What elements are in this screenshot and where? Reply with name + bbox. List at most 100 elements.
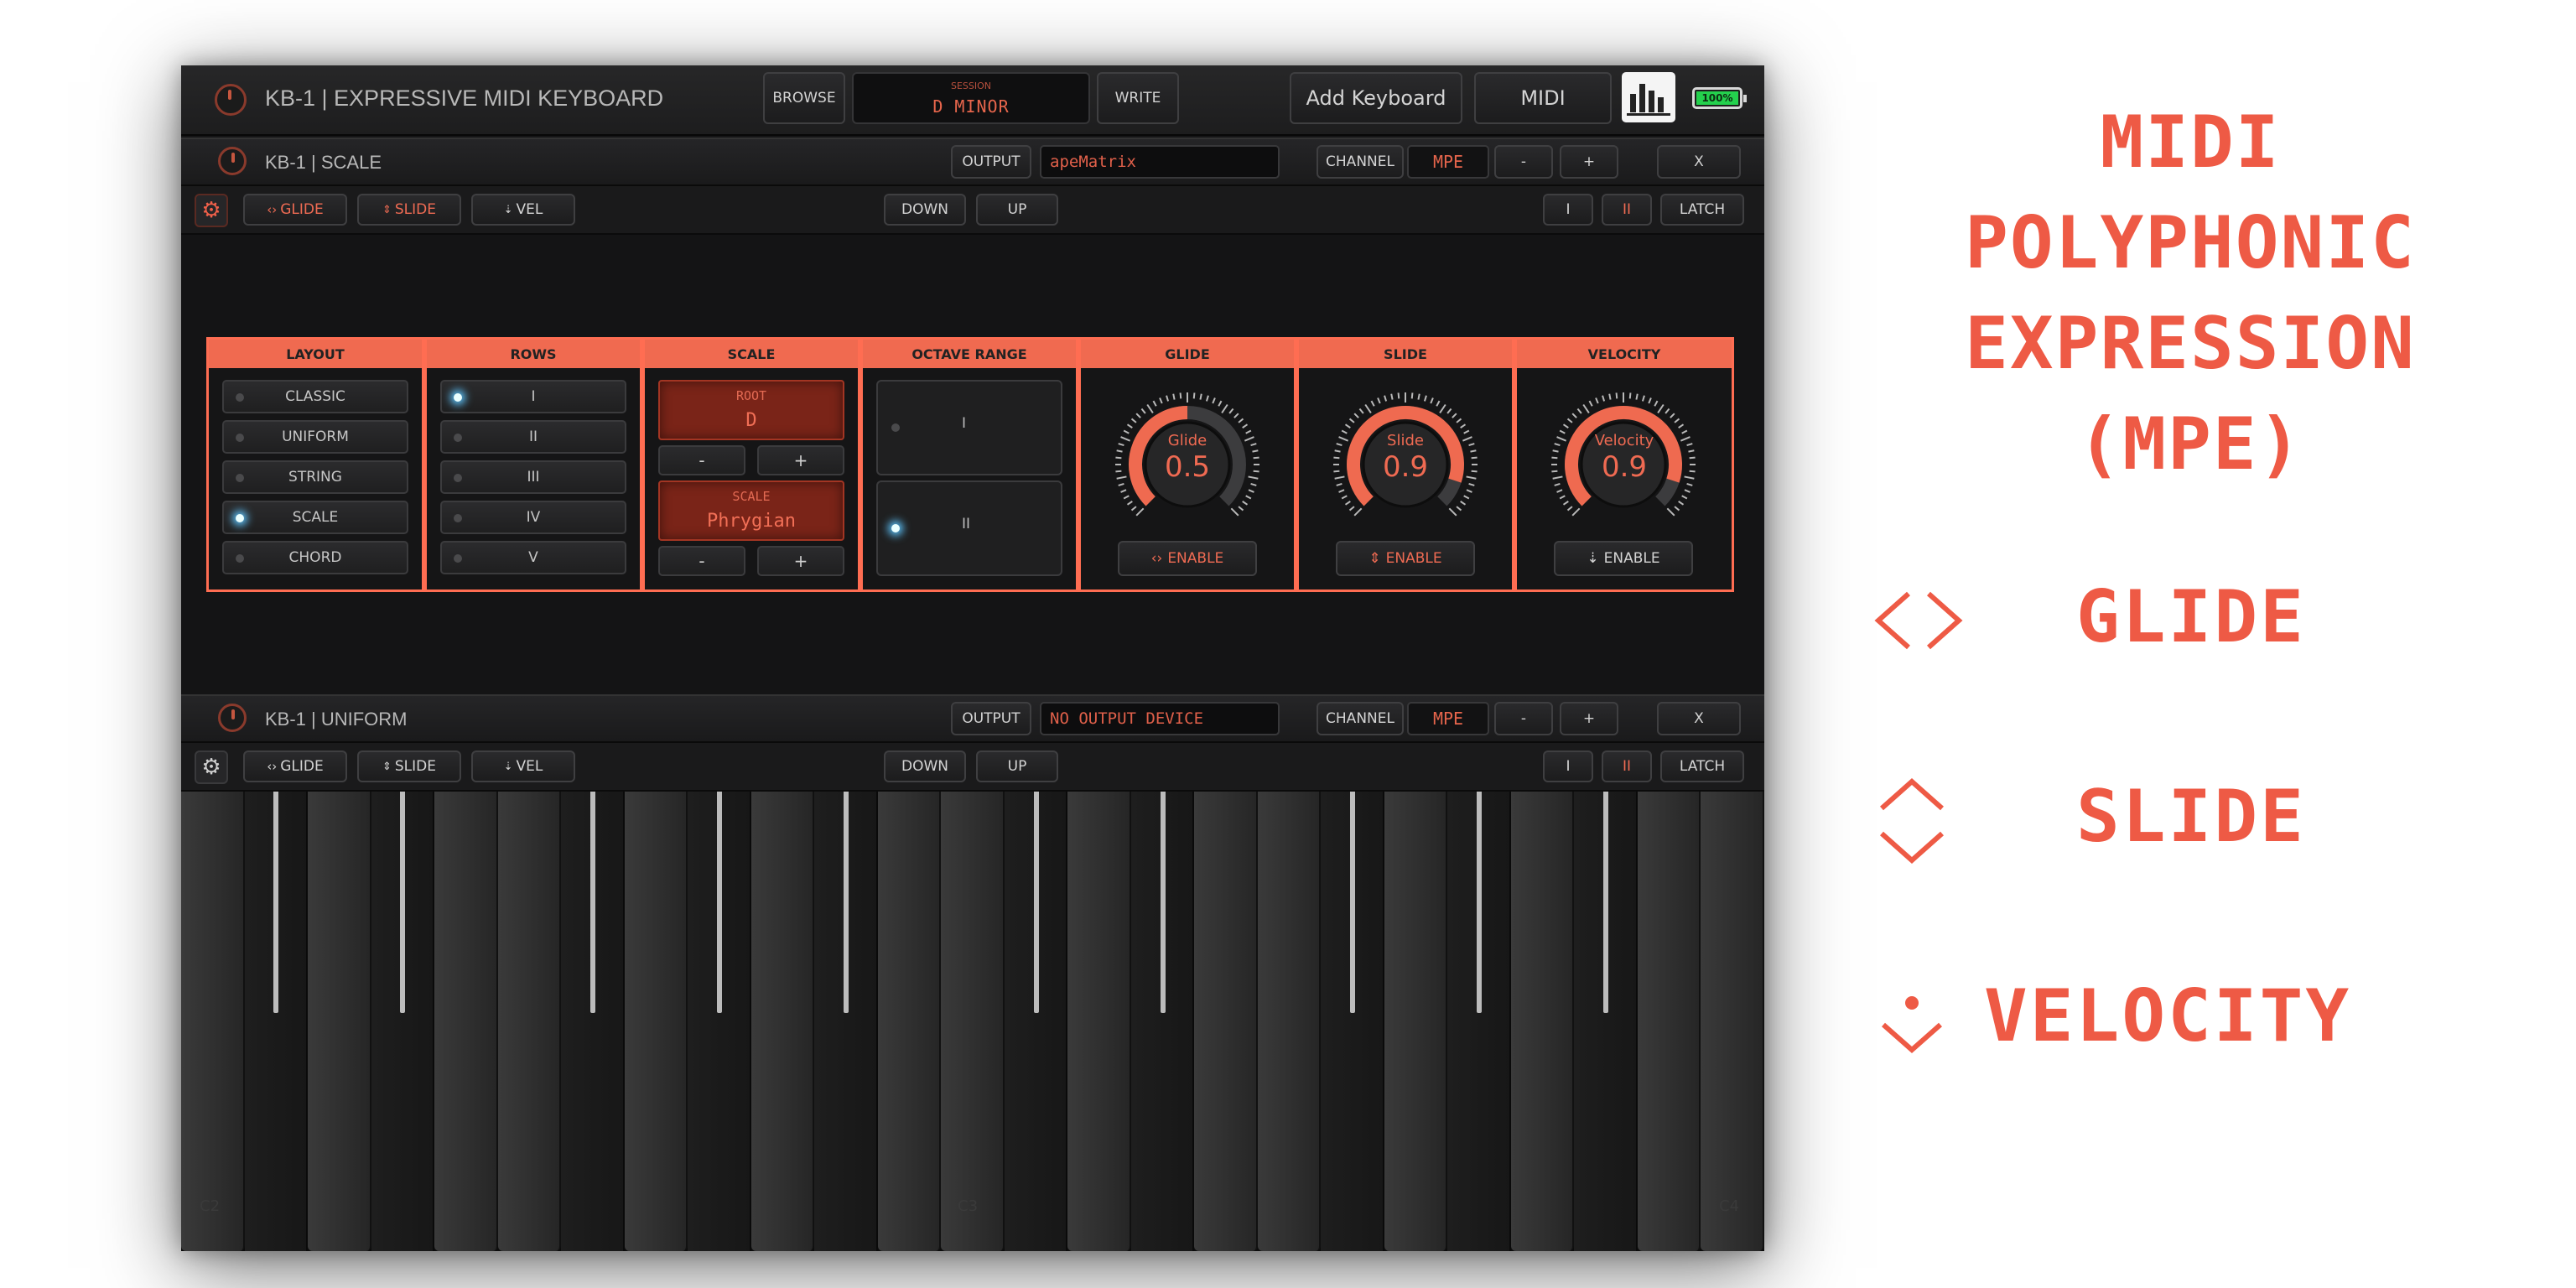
- black-key-indicator: [400, 792, 406, 1013]
- kb1-channel-label: CHANNEL: [1317, 145, 1404, 179]
- glide-panel: GLIDE Glide 0.5 ‹› ENABLE: [1078, 337, 1296, 592]
- kb2-split-one-button[interactable]: I: [1543, 750, 1593, 782]
- white-key[interactable]: [434, 792, 498, 1251]
- kb1-channel-value[interactable]: MPE: [1407, 145, 1489, 179]
- layout-option-scale[interactable]: SCALE: [222, 501, 408, 534]
- rows-option-3[interactable]: III: [440, 460, 626, 494]
- kb1-split-one-button[interactable]: I: [1543, 194, 1593, 226]
- kb2-vel-toggle[interactable]: ⇣ VEL: [471, 750, 575, 782]
- kb1-glide-toggle[interactable]: ‹› GLIDE: [243, 194, 347, 226]
- app-title: KB-1 | EXPRESSIVE MIDI KEYBOARD: [265, 86, 664, 111]
- white-key[interactable]: [497, 792, 562, 1251]
- midi-button[interactable]: MIDI: [1474, 72, 1612, 124]
- power-logo-icon[interactable]: [218, 704, 247, 732]
- kb2-latch-button[interactable]: LATCH: [1660, 750, 1744, 782]
- white-key[interactable]: [308, 792, 371, 1251]
- velocity-label: VELOCITY: [1984, 974, 2352, 1058]
- white-key[interactable]: [1637, 792, 1701, 1251]
- kb2-channel-label: CHANNEL: [1317, 702, 1404, 735]
- kb1-channel-minus-button[interactable]: -: [1494, 145, 1553, 179]
- slide-panel: SLIDE Slide 0.9 ⇕ ENABLE: [1296, 337, 1514, 592]
- root-display[interactable]: ROOT D: [658, 380, 844, 440]
- octave-range-option-2[interactable]: II: [876, 480, 1062, 576]
- kb1-latch-button[interactable]: LATCH: [1660, 194, 1744, 226]
- white-key[interactable]: [181, 792, 245, 1251]
- kb1-close-button[interactable]: X: [1657, 145, 1741, 179]
- gear-icon[interactable]: ⚙: [195, 750, 228, 784]
- kb2-octave-up-button[interactable]: UP: [976, 750, 1058, 782]
- rows-led: [454, 434, 462, 442]
- add-keyboard-button[interactable]: Add Keyboard: [1290, 72, 1462, 124]
- glide-enable-button[interactable]: ‹› ENABLE: [1118, 541, 1257, 576]
- velocity-enable-button[interactable]: ⇣ ENABLE: [1554, 541, 1693, 576]
- white-key[interactable]: [1701, 792, 1764, 1251]
- rows-led: [454, 514, 462, 522]
- kb2-channel-plus-button[interactable]: +: [1560, 702, 1618, 735]
- layout-option-classic[interactable]: CLASSIC: [222, 380, 408, 413]
- slide-knob-label: Slide: [1387, 432, 1424, 449]
- white-key[interactable]: [1194, 792, 1258, 1251]
- scale-header: SCALE: [645, 340, 858, 368]
- power-logo-icon[interactable]: [218, 147, 247, 175]
- slide-enable-button[interactable]: ⇕ ENABLE: [1336, 541, 1475, 576]
- kb1-channel-plus-button[interactable]: +: [1560, 145, 1618, 179]
- layout-option-string[interactable]: STRING: [222, 460, 408, 494]
- kb1-output-field[interactable]: apeMatrix: [1040, 145, 1280, 179]
- kb1-octave-down-button[interactable]: DOWN: [884, 194, 966, 226]
- kb2-octave-down-button[interactable]: DOWN: [884, 750, 966, 782]
- kb1-octave-up-button[interactable]: UP: [976, 194, 1058, 226]
- kb1-slide-toggle[interactable]: ⇕ SLIDE: [357, 194, 461, 226]
- session-label: SESSION: [950, 80, 992, 91]
- rows-option-1[interactable]: I: [440, 380, 626, 413]
- kb1-split-two-button[interactable]: II: [1602, 194, 1652, 226]
- octave-range-option-1[interactable]: I: [876, 380, 1062, 475]
- white-key[interactable]: [1067, 792, 1131, 1251]
- glide-arrows-icon: ‹›: [267, 759, 278, 774]
- black-key-indicator: [589, 792, 595, 1013]
- rows-option-5[interactable]: V: [440, 541, 626, 574]
- kb2-output-field[interactable]: NO OUTPUT DEVICE: [1040, 702, 1280, 735]
- rows-led-active: [454, 393, 462, 402]
- bar-meter-icon[interactable]: [1622, 72, 1675, 122]
- white-key[interactable]: [750, 792, 815, 1251]
- octave-option-label: I: [962, 415, 967, 432]
- layout-option-uniform[interactable]: UNIFORM: [222, 420, 408, 454]
- kb2-split-two-button[interactable]: II: [1602, 750, 1652, 782]
- power-logo-icon[interactable]: [215, 84, 247, 116]
- layout-option-chord[interactable]: CHORD: [222, 541, 408, 574]
- scale-minus-button[interactable]: -: [658, 546, 745, 576]
- rows-option-4[interactable]: IV: [440, 501, 626, 534]
- kb2-slide-label: SLIDE: [394, 758, 436, 775]
- mpe-title-line: (MPE): [2077, 402, 2303, 486]
- white-key[interactable]: [877, 792, 942, 1251]
- kb1-vel-toggle[interactable]: ⇣ VEL: [471, 194, 575, 226]
- session-display[interactable]: SESSION D MINOR: [852, 72, 1090, 124]
- white-key[interactable]: [1257, 792, 1322, 1251]
- velocity-panel: VELOCITY Velocity 0.9 ⇣ ENABLE: [1514, 337, 1734, 592]
- glide-header: GLIDE: [1081, 340, 1294, 368]
- kb2-title: KB-1 | UNIFORM: [265, 709, 408, 730]
- white-key[interactable]: [941, 792, 1005, 1251]
- octave-option-label: II: [962, 516, 971, 532]
- slide-header: SLIDE: [1299, 340, 1512, 368]
- scale-plus-button[interactable]: +: [757, 546, 844, 576]
- kb2-glide-toggle[interactable]: ‹› GLIDE: [243, 750, 347, 782]
- kb2-slide-toggle[interactable]: ⇕ SLIDE: [357, 750, 461, 782]
- white-key[interactable]: [624, 792, 688, 1251]
- kb2-channel-value[interactable]: MPE: [1407, 702, 1489, 735]
- root-minus-button[interactable]: -: [658, 445, 745, 475]
- white-key[interactable]: [1384, 792, 1448, 1251]
- white-key[interactable]: [1510, 792, 1575, 1251]
- kb2-close-button[interactable]: X: [1657, 702, 1741, 735]
- root-plus-button[interactable]: +: [757, 445, 844, 475]
- velocity-header: VELOCITY: [1517, 340, 1732, 368]
- rows-option-2[interactable]: II: [440, 420, 626, 454]
- velocity-dot-arrow-icon: ⇣: [503, 760, 513, 773]
- write-button[interactable]: WRITE: [1097, 72, 1179, 124]
- scale-display[interactable]: SCALE Phrygian: [658, 480, 844, 541]
- uniform-keyboard[interactable]: [181, 792, 1764, 1251]
- rows-option-label: IV: [526, 509, 541, 526]
- gear-icon[interactable]: ⚙: [195, 194, 228, 227]
- browse-button[interactable]: BROWSE: [763, 72, 845, 124]
- kb2-channel-minus-button[interactable]: -: [1494, 702, 1553, 735]
